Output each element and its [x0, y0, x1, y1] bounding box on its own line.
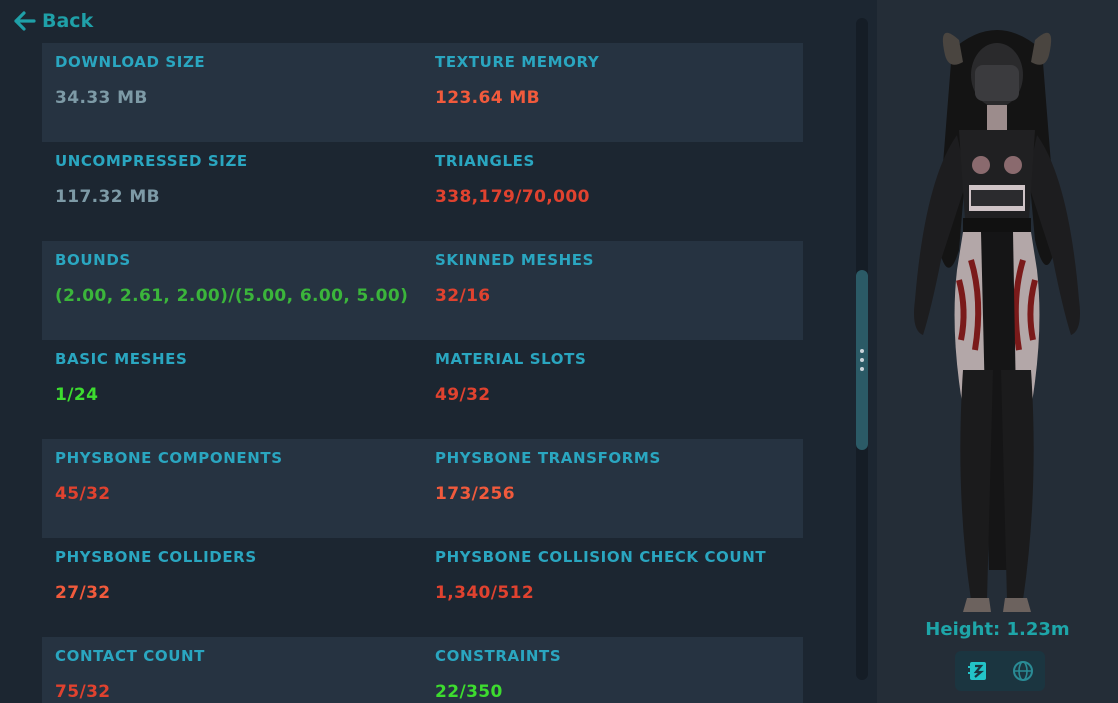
- stat-triangles: TRIANGLES 338,179/70,000: [422, 142, 803, 241]
- panel-resize-handle[interactable]: [859, 349, 865, 371]
- stat-uncompressed-size: UNCOMPRESSED SIZE 117.32 MB: [42, 142, 422, 241]
- stat-label: PHYSBONE COMPONENTS: [55, 449, 283, 467]
- stat-texture-memory: TEXTURE MEMORY 123.64 MB: [422, 43, 803, 142]
- stat-label: CONTACT COUNT: [55, 647, 205, 665]
- arrow-left-icon: [14, 11, 36, 31]
- stat-basic-meshes: BASIC MESHES 1/24: [42, 340, 422, 439]
- avatar-stats-panel: Back DOWNLOAD SIZE 34.33 MB TEXTURE MEMO…: [0, 0, 877, 703]
- stat-label: PHYSBONE COLLIDERS: [55, 548, 257, 566]
- avatar-height-label: Height: 1.23m: [925, 619, 1070, 640]
- stat-value: 34.33 MB: [55, 88, 148, 108]
- globe-icon: [1012, 661, 1033, 681]
- stat-bounds: BOUNDS (2.00, 2.61, 2.00)/(5.00, 6.00, 5…: [42, 241, 422, 340]
- avatar-card-icon: [967, 662, 986, 680]
- stat-contact-count: CONTACT COUNT 75/32: [42, 637, 422, 703]
- stat-physbone-collision-check-count: PHYSBONE COLLISION CHECK COUNT 1,340/512: [422, 538, 803, 637]
- stat-row: PHYSBONE COMPONENTS 45/32 PHYSBONE TRANS…: [42, 439, 803, 538]
- stat-label: CONSTRAINTS: [435, 647, 562, 665]
- world-view-button[interactable]: [1000, 651, 1045, 691]
- avatar-card-view-button[interactable]: [955, 651, 1000, 691]
- stat-value: 1,340/512: [435, 583, 535, 603]
- stat-skinned-meshes: SKINNED MESHES 32/16: [422, 241, 803, 340]
- stat-row: PHYSBONE COLLIDERS 27/32 PHYSBONE COLLIS…: [42, 538, 803, 637]
- stat-value: 32/16: [435, 286, 491, 306]
- stat-label: PHYSBONE TRANSFORMS: [435, 449, 661, 467]
- back-button[interactable]: Back: [14, 8, 93, 34]
- stat-physbone-colliders: PHYSBONE COLLIDERS 27/32: [42, 538, 422, 637]
- stat-value: 45/32: [55, 484, 111, 504]
- stat-physbone-components: PHYSBONE COMPONENTS 45/32: [42, 439, 422, 538]
- stat-download-size: DOWNLOAD SIZE 34.33 MB: [42, 43, 422, 142]
- stat-value: 123.64 MB: [435, 88, 540, 108]
- preview-view-toggle: [955, 651, 1045, 691]
- stat-row: CONTACT COUNT 75/32 CONSTRAINTS 22/350: [42, 637, 803, 703]
- stat-constraints: CONSTRAINTS 22/350: [422, 637, 803, 703]
- stat-label: UNCOMPRESSED SIZE: [55, 152, 248, 170]
- stat-value: 338,179/70,000: [435, 187, 590, 207]
- stat-value: 173/256: [435, 484, 515, 504]
- stat-label: PHYSBONE COLLISION CHECK COUNT: [435, 548, 767, 566]
- stat-row: DOWNLOAD SIZE 34.33 MB TEXTURE MEMORY 12…: [42, 43, 803, 142]
- stat-row: BASIC MESHES 1/24 MATERIAL SLOTS 49/32: [42, 340, 803, 439]
- stat-value: 49/32: [435, 385, 491, 405]
- avatar-preview-figure: [914, 30, 1080, 612]
- back-label: Back: [42, 10, 94, 32]
- stat-material-slots: MATERIAL SLOTS 49/32: [422, 340, 803, 439]
- stat-label: TEXTURE MEMORY: [435, 53, 600, 71]
- stat-value: 1/24: [55, 385, 99, 405]
- stat-label: BOUNDS: [55, 251, 131, 269]
- stat-physbone-transforms: PHYSBONE TRANSFORMS 173/256: [422, 439, 803, 538]
- avatar-preview-panel: Height: 1.23m: [877, 0, 1118, 703]
- stats-list: DOWNLOAD SIZE 34.33 MB TEXTURE MEMORY 12…: [42, 43, 803, 703]
- stat-label: BASIC MESHES: [55, 350, 188, 368]
- stat-value: (2.00, 2.61, 2.00)/(5.00, 6.00, 5.00): [55, 286, 409, 306]
- stat-label: MATERIAL SLOTS: [435, 350, 587, 368]
- stat-row: BOUNDS (2.00, 2.61, 2.00)/(5.00, 6.00, 5…: [42, 241, 803, 340]
- stat-value: 75/32: [55, 682, 111, 702]
- stat-value: 117.32 MB: [55, 187, 160, 207]
- stat-label: DOWNLOAD SIZE: [55, 53, 206, 71]
- stat-value: 27/32: [55, 583, 111, 603]
- stat-value: 22/350: [435, 682, 503, 702]
- stat-label: SKINNED MESHES: [435, 251, 595, 269]
- stat-label: TRIANGLES: [435, 152, 535, 170]
- stat-row: UNCOMPRESSED SIZE 117.32 MB TRIANGLES 33…: [42, 142, 803, 241]
